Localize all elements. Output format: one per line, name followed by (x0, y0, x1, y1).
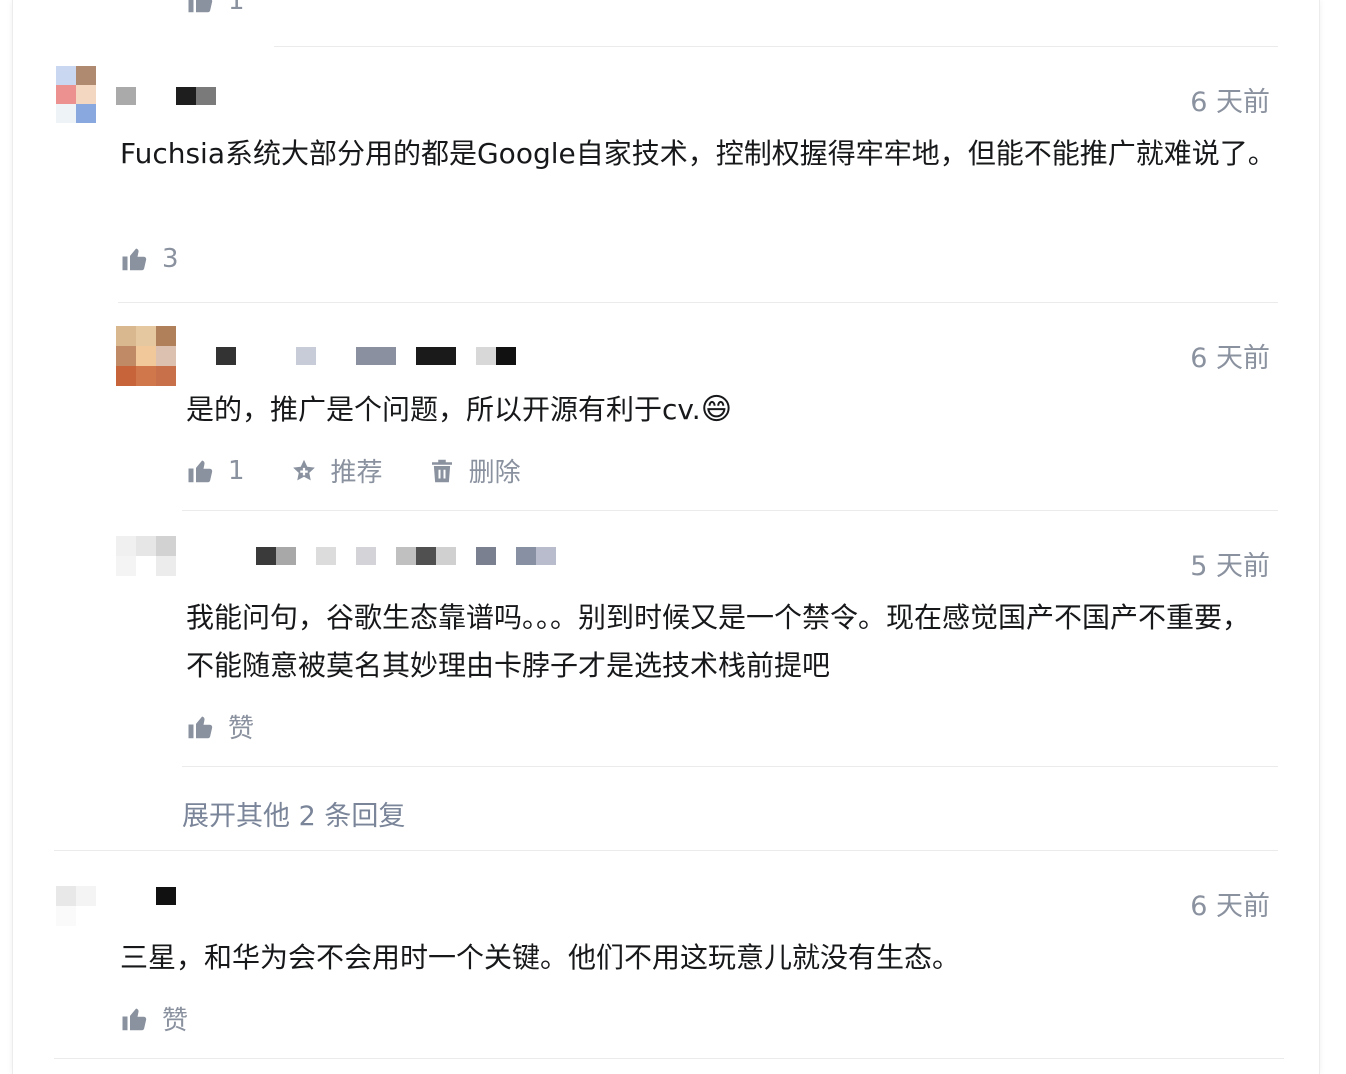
avatar[interactable] (56, 886, 96, 926)
expand-replies-link[interactable]: 展开其他 2 条回复 (182, 794, 405, 833)
grinning-emoji: 😄 (700, 392, 732, 427)
thumbs-up-icon (120, 1004, 150, 1034)
divider (274, 46, 1278, 47)
delete-button[interactable]: 删除 (427, 452, 521, 489)
like-label: 赞 (228, 714, 255, 744)
reply-time: 6 天前 (1190, 343, 1270, 374)
reply-text: 是的，推广是个问题，所以开源有利于cv.😄 (186, 386, 1276, 434)
like-count: 1 (228, 0, 245, 16)
recommend-button[interactable]: 推荐 (289, 452, 383, 489)
username-redacted[interactable] (156, 887, 176, 905)
thumbs-up-icon (186, 456, 216, 486)
like-count: 1 (228, 455, 245, 486)
comment-text: Fuchsia系统大部分用的都是Google自家技术，控制权握得牢牢地，但能不能… (120, 137, 1276, 170)
avatar[interactable] (56, 66, 96, 123)
reply-text-body: 是的，推广是个问题，所以开源有利于cv. (186, 393, 701, 426)
reply-text: 我能问句，谷歌生态靠谱吗。。。别到时候又是一个禁令。现在感觉国产不国产不重要，不… (186, 601, 1251, 682)
recommend-label: 推荐 (330, 458, 383, 488)
star-plus-icon (289, 456, 319, 486)
prev-comment-like[interactable]: 1 (186, 0, 245, 16)
divider (54, 850, 1278, 851)
like-button[interactable]: 1 (186, 456, 245, 486)
username-redacted[interactable] (256, 547, 556, 565)
username-redacted[interactable] (216, 347, 516, 365)
divider (118, 302, 1278, 303)
comment-time: 6 天前 (1190, 891, 1270, 922)
divider (182, 766, 1278, 767)
divider (182, 510, 1278, 511)
like-button[interactable]: 赞 (120, 1000, 188, 1037)
username-redacted[interactable] (116, 87, 216, 105)
like-button[interactable]: 3 (120, 244, 179, 274)
delete-label: 删除 (468, 458, 521, 488)
like-button[interactable]: 赞 (186, 708, 254, 745)
divider (54, 1058, 1284, 1059)
thumbs-up-icon (186, 712, 216, 742)
avatar[interactable] (116, 536, 176, 584)
thumbs-up-icon (120, 244, 150, 274)
like-count: 3 (162, 244, 179, 274)
thumbs-up-icon (186, 0, 216, 16)
comment-time: 6 天前 (1190, 87, 1270, 118)
like-label: 赞 (162, 1006, 189, 1036)
avatar[interactable] (116, 326, 176, 386)
comment-text: 三星，和华为会不会用时一个关键。他们不用这玩意儿就没有生态。 (120, 941, 961, 974)
reply-time: 5 天前 (1190, 551, 1270, 582)
trash-icon (427, 456, 457, 486)
